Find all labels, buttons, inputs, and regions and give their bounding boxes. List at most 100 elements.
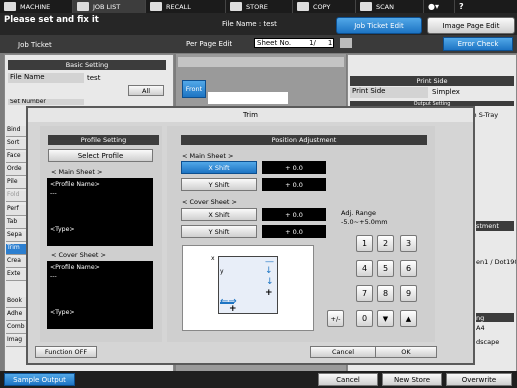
side-item-crease[interactable]: Crea xyxy=(6,257,26,268)
profile-cover-sheet-label: < Cover Sheet > xyxy=(51,251,106,259)
tab-copy[interactable]: COPY xyxy=(293,0,356,13)
tab-recall[interactable]: RECALL xyxy=(146,0,226,13)
key-7[interactable]: 7 xyxy=(356,285,373,302)
side-item-separate[interactable]: Sepa xyxy=(6,231,26,242)
side-item-pile[interactable]: Pile xyxy=(6,178,26,189)
dialog-ok-button[interactable]: OK xyxy=(375,346,437,358)
page-thumbnail[interactable] xyxy=(208,92,288,104)
function-off-button[interactable]: Function OFF xyxy=(35,346,97,358)
front-tab[interactable]: Front xyxy=(182,80,206,98)
select-profile-button[interactable]: Select Profile xyxy=(48,149,153,162)
cover-sheet-profile-box: <Profile Name> --- <Type> xyxy=(47,261,153,329)
plus-y-icon: + xyxy=(265,288,273,298)
sheet-current: 1/ xyxy=(309,39,316,47)
top-nav-bar: MACHINE JOB LIST RECALL STORE COPY SCAN … xyxy=(0,0,517,13)
minus-x-icon xyxy=(220,302,234,304)
main-y-shift-button[interactable]: Y Shift xyxy=(181,178,257,191)
side-item-adhesive[interactable]: Adhe xyxy=(6,310,26,321)
tab-job-list[interactable]: JOB LIST xyxy=(73,0,146,13)
main-profile-type: <Type> xyxy=(50,226,75,233)
dialog-cancel-button[interactable]: Cancel xyxy=(310,346,376,358)
store-icon xyxy=(230,2,242,11)
preview-scrollbar[interactable] xyxy=(178,57,344,67)
cover-profile-dashes: --- xyxy=(50,273,57,280)
triangle-up-icon: ▲ xyxy=(405,314,412,323)
arrow-down-icon: ↓ xyxy=(266,277,274,287)
adjustment-title: stment xyxy=(476,221,514,231)
adj-range-label: Adj. Range xyxy=(341,209,376,217)
tab-store[interactable]: STORE xyxy=(226,0,293,13)
key-2[interactable]: 2 xyxy=(377,235,394,252)
main-profile-dashes: --- xyxy=(50,190,57,197)
image-page-edit-tab[interactable]: Image Page Edit xyxy=(427,17,515,34)
error-check-button[interactable]: Error Check xyxy=(443,37,513,51)
decrement-button[interactable]: ▼ xyxy=(377,310,394,327)
side-item-perf[interactable]: Perf xyxy=(6,205,26,216)
cover-x-shift-button[interactable]: X Shift xyxy=(181,208,257,221)
per-page-edit-label: Per Page Edit xyxy=(186,40,233,48)
key-5[interactable]: 5 xyxy=(377,260,394,277)
basic-setting-title: Basic Setting xyxy=(8,60,166,70)
side-item-image[interactable]: Imag xyxy=(6,336,26,347)
main-x-shift-button[interactable]: X Shift xyxy=(181,161,257,174)
diagram-x-label: x xyxy=(211,255,215,262)
position-adjustment-title: Position Adjustment xyxy=(181,135,427,145)
side-item-face[interactable]: Face xyxy=(6,152,26,163)
key-8[interactable]: 8 xyxy=(377,285,394,302)
shift-diagram: x y —↓ ↓ + ←→ + xyxy=(182,245,314,331)
print-side-title: Print Side xyxy=(350,76,514,86)
all-button[interactable]: All xyxy=(128,85,164,96)
help-button[interactable]: ? xyxy=(455,0,486,13)
globe-button[interactable]: ●▾ xyxy=(424,0,455,13)
tab-scan[interactable]: SCAN xyxy=(356,0,424,13)
side-item-trim[interactable]: Trim xyxy=(6,244,26,255)
side-item-order[interactable]: Orde xyxy=(6,165,26,176)
scan-icon xyxy=(360,2,372,11)
adj-range-value: -5.0~+5.0mm xyxy=(341,218,388,226)
job-ticket-label: Job Ticket xyxy=(18,41,52,49)
key-3[interactable]: 3 xyxy=(400,235,417,252)
tab-machine[interactable]: MACHINE xyxy=(0,0,73,13)
main-x-shift-value: + 0.0 xyxy=(262,161,326,174)
plus-minus-button[interactable]: +/- xyxy=(327,310,344,327)
key-6[interactable]: 6 xyxy=(400,260,417,277)
cover-profile-name: <Profile Name> xyxy=(50,264,100,271)
setting-title: ng xyxy=(476,313,514,322)
sheet-no-label: Sheet No. xyxy=(257,39,292,47)
machine-icon xyxy=(4,2,16,11)
key-4[interactable]: 4 xyxy=(356,260,373,277)
key-0[interactable]: 0 xyxy=(356,310,373,327)
set-number-label: Set Number xyxy=(8,99,84,105)
side-item-book[interactable]: Book xyxy=(6,297,26,308)
sheet-scroll-button[interactable] xyxy=(340,38,352,48)
help-icon: ? xyxy=(459,2,464,11)
side-item-sort[interactable]: Sort xyxy=(6,139,26,150)
profile-main-sheet-label: < Main Sheet > xyxy=(51,168,103,176)
print-side-value: Simplex xyxy=(432,88,460,96)
increment-button[interactable]: ▲ xyxy=(400,310,417,327)
print-side-label: Print Side xyxy=(350,87,428,98)
side-item-comb[interactable]: Comb xyxy=(6,323,26,334)
side-item-bind[interactable]: Bind xyxy=(6,126,26,137)
profile-setting-title: Profile Setting xyxy=(48,135,159,145)
cancel-button[interactable]: Cancel xyxy=(318,373,378,386)
file-name-label: File Name : test xyxy=(222,20,277,28)
side-item-fold[interactable]: Fold xyxy=(6,191,26,202)
overwrite-button[interactable]: Overwrite xyxy=(446,373,512,386)
side-item-extend[interactable]: Exte xyxy=(6,270,26,281)
copy-icon xyxy=(297,2,309,11)
paper-size-value: A4 xyxy=(476,324,485,332)
job-ticket-edit-tab[interactable]: Job Ticket Edit xyxy=(336,17,422,34)
arrow-down-blue-icon: — ↓ xyxy=(265,257,274,276)
new-store-button[interactable]: New Store xyxy=(382,373,442,386)
side-item-tab[interactable]: Tab xyxy=(6,218,26,229)
sheet-number-field[interactable]: Sheet No. 1/ 1 xyxy=(254,38,334,48)
cover-profile-type: <Type> xyxy=(50,309,75,316)
position-main-sheet-label: < Main Sheet > xyxy=(182,152,234,160)
sample-output-button[interactable]: Sample Output xyxy=(4,373,75,386)
sheet-total: 1 xyxy=(327,39,333,47)
cover-y-shift-button[interactable]: Y Shift xyxy=(181,225,257,238)
key-1[interactable]: 1 xyxy=(356,235,373,252)
cover-x-shift-value: + 0.0 xyxy=(262,208,326,221)
key-9[interactable]: 9 xyxy=(400,285,417,302)
